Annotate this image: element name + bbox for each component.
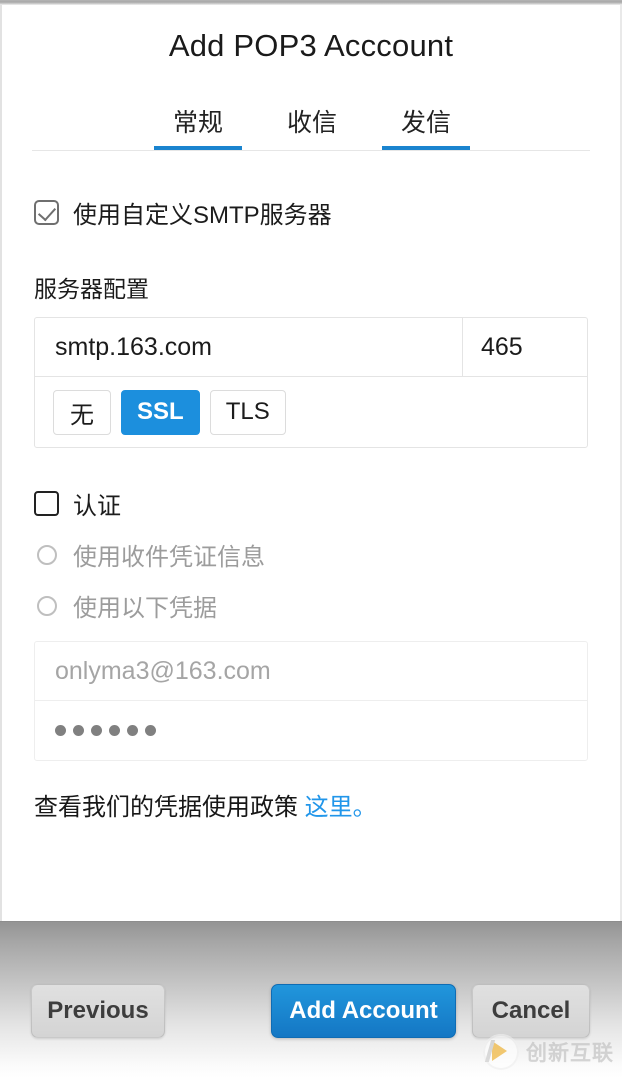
policy-text-prefix: 查看我们的凭据使用政策 [34, 794, 305, 821]
footer-button-row: Previous Add Account Cancel [0, 984, 622, 1038]
security-segmented-control: 无 SSL TLS [35, 377, 587, 447]
server-config-heading: 服务器配置 [34, 276, 149, 302]
auth-enable-row[interactable]: 认证 [34, 486, 588, 521]
watermark: 创新互联 [483, 1034, 614, 1070]
security-option-tls[interactable]: TLS [209, 389, 286, 435]
credentials-group: onlyma3@163.com [34, 641, 588, 761]
auth-option-custom-credentials-radio[interactable] [37, 595, 57, 616]
auth-option-custom-credentials-row[interactable]: 使用以下凭据 [34, 588, 588, 623]
auth-password-input[interactable] [35, 701, 587, 760]
server-config-group: smtp.163.com 465 无 SSL TLS [34, 317, 588, 448]
watermark-logo-icon [483, 1034, 519, 1070]
auth-enable-checkbox[interactable] [34, 491, 59, 516]
tab-bar-divider [32, 150, 590, 151]
previous-button[interactable]: Previous [31, 984, 165, 1038]
auth-enable-label: 认证 [73, 493, 121, 520]
security-option-none[interactable]: 无 [53, 389, 111, 435]
dialog-window: Add POP3 Acccount 常规 收信 发信 使用自定义SMTP服务器 … [0, 0, 622, 1078]
auth-option-incoming-credentials-label: 使用收件凭证信息 [73, 544, 265, 571]
auth-option-incoming-credentials-radio[interactable] [37, 544, 57, 565]
policy-link[interactable]: 这里 [305, 794, 353, 821]
cancel-button[interactable]: Cancel [472, 984, 590, 1038]
custom-smtp-row[interactable]: 使用自定义SMTP服务器 [34, 195, 588, 230]
page-title: Add POP3 Acccount [168, 28, 454, 63]
custom-smtp-checkbox[interactable] [34, 200, 59, 225]
watermark-text: 创新互联 [526, 1042, 614, 1065]
policy-text-suffix: 。 [352, 794, 377, 821]
auth-option-incoming-credentials-row[interactable]: 使用收件凭证信息 [34, 537, 588, 572]
custom-smtp-label: 使用自定义SMTP服务器 [73, 202, 332, 229]
policy-text: 查看我们的凭据使用政策 这里。 [34, 787, 588, 822]
smtp-host-input[interactable]: smtp.163.com [35, 318, 463, 376]
add-account-button[interactable]: Add Account [271, 984, 456, 1038]
security-option-ssl[interactable]: SSL [121, 389, 200, 435]
auth-username-input[interactable]: onlyma3@163.com [35, 642, 587, 701]
dialog-content: Add POP3 Acccount 常规 收信 发信 使用自定义SMTP服务器 … [2, 5, 620, 921]
smtp-port-input[interactable]: 465 [463, 318, 587, 376]
authentication-section: 认证 使用收件凭证信息 使用以下凭据 onlyma3@163.com 查看我们的… [34, 486, 588, 822]
tab-incoming[interactable]: 收信 [266, 103, 358, 151]
tab-outgoing[interactable]: 发信 [380, 103, 472, 151]
tab-general[interactable]: 常规 [152, 103, 244, 151]
tab-bar: 常规 收信 发信 [2, 88, 620, 151]
password-mask-dots [55, 725, 156, 736]
server-host-port-row: smtp.163.com 465 [35, 318, 587, 377]
dialog-footer: Previous Add Account Cancel 创新互联 [0, 921, 622, 1078]
auth-option-custom-credentials-label: 使用以下凭据 [73, 595, 217, 622]
form-content: 使用自定义SMTP服务器 服务器配置 smtp.163.com 465 无 SS… [2, 195, 620, 822]
